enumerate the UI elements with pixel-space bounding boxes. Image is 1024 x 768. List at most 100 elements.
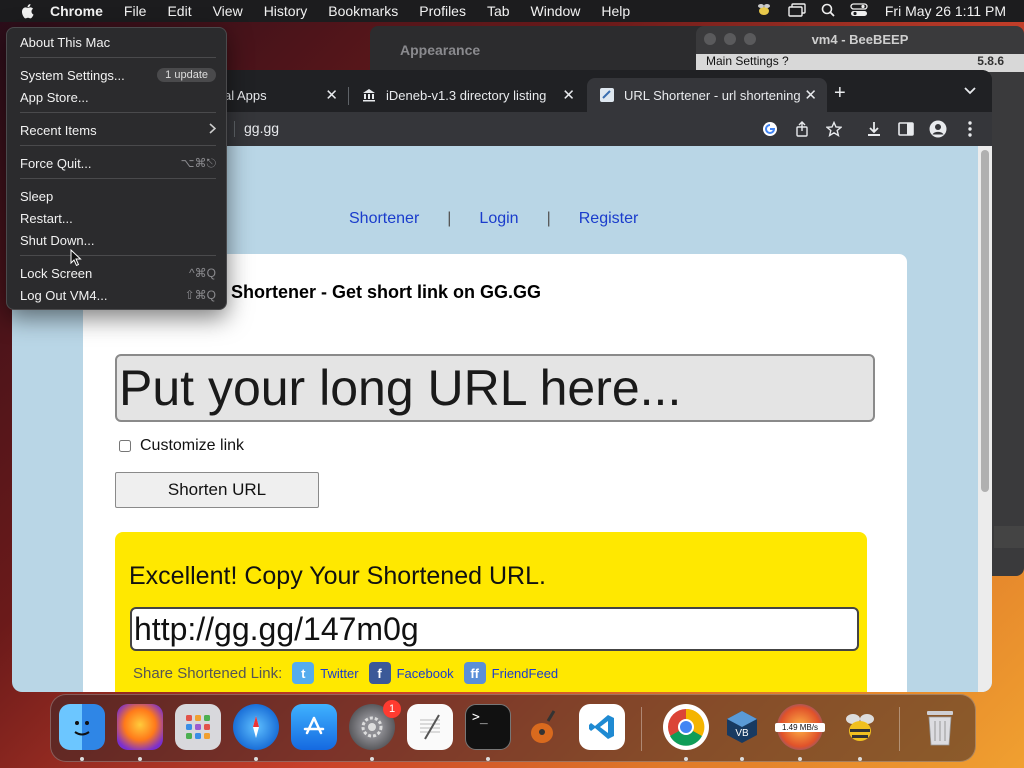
download-icon[interactable] [864,119,884,139]
textedit-icon[interactable] [407,704,453,750]
beebeep-window-title: vm4 - BeeBEEP [811,32,909,47]
menu-log-out[interactable]: Log Out VM4... ⇧⌘Q [20,285,216,305]
google-lens-icon[interactable] [760,119,780,139]
appearance-window-title: Appearance [400,42,481,58]
address-bar[interactable]: gg.gg [244,120,279,136]
safari-icon[interactable] [233,704,279,750]
lock-screen-shortcut: ^⌘Q [189,266,216,280]
customize-link-option[interactable]: Customize link [119,437,244,455]
menu-view[interactable]: View [213,3,243,19]
vscode-icon[interactable] [579,704,625,750]
appearance-window[interactable]: Appearance [370,26,710,70]
spotlight-search-icon[interactable] [821,3,835,20]
menu-shut-down[interactable]: Shut Down... [20,230,216,250]
nav-register-link[interactable]: Register [579,210,639,228]
facebook-icon: f [368,662,391,684]
menu-sleep[interactable]: Sleep [20,186,216,206]
menu-tab[interactable]: Tab [487,3,510,19]
new-tab-icon[interactable]: + [834,82,846,105]
control-center-icon[interactable] [850,2,868,20]
mouse-pointer-icon [70,248,82,267]
nav-login-link[interactable]: Login [479,210,518,228]
nav-separator: | [546,210,551,227]
shortener-card: Shortener - Get short link on GG.GG Cust… [83,254,907,692]
notification-badge: 1 [383,700,401,718]
menubar-clock[interactable]: Fri May 26 1:11 PM [885,3,1006,19]
tab-ideneb[interactable]: iDeneb-v1.3 directory listing ✕ [349,78,585,112]
short-url-field[interactable] [130,607,859,651]
bookmark-star-icon[interactable] [824,119,844,139]
beebeep-side-panel [994,526,1024,548]
beebeep-icon[interactable] [837,704,883,750]
menu-history[interactable]: History [264,3,308,19]
trash-icon[interactable] [917,704,963,750]
firefox-icon[interactable] [117,704,163,750]
menu-window[interactable]: Window [531,3,581,19]
tab-search-chevron-icon[interactable] [964,84,976,98]
site-nav: Shortener | Login | Register [349,210,638,228]
terminal-icon[interactable]: >_ [465,704,511,750]
friendfeed-icon: ff [463,662,486,684]
system-settings-icon[interactable]: 1 [349,700,401,750]
screen-mirroring-icon[interactable] [788,2,806,20]
menu-lock-screen[interactable]: Lock Screen ^⌘Q [20,263,216,283]
share-twitter-link[interactable]: t Twitter [292,662,359,684]
menu-edit[interactable]: Edit [167,3,191,19]
menu-force-quit[interactable]: Force Quit... ⌥⌘⎋ [20,153,216,173]
apple-menu: About This Mac System Settings... 1 upda… [6,27,227,310]
tab-close-icon[interactable]: ✕ [804,86,817,104]
beebeep-version: 5.8.6 [977,54,1004,68]
scrollbar-thumb[interactable] [981,150,989,492]
network-speed-label: 1.49 MB/s [775,723,825,732]
long-url-input[interactable] [115,354,875,422]
tab-close-icon[interactable]: ✕ [562,86,575,104]
menu-file[interactable]: File [124,3,147,19]
finder-icon[interactable] [59,704,105,750]
apple-logo-icon[interactable] [18,3,36,19]
kebab-menu-icon[interactable] [960,119,980,139]
beebeep-status-icon[interactable] [755,3,773,20]
menu-system-settings[interactable]: System Settings... 1 update [20,65,216,85]
nav-separator: | [447,210,452,227]
menu-bookmarks[interactable]: Bookmarks [328,3,398,19]
tab-url-shortener[interactable]: URL Shortener - url shortening ✕ [587,78,827,112]
share-label: Share Shortened Link: [133,664,283,682]
update-badge: 1 update [157,68,216,82]
profile-icon[interactable] [928,119,948,139]
menu-about-this-mac[interactable]: About This Mac [20,32,216,52]
share-friendfeed-link[interactable]: ff FriendFeed [463,662,558,684]
menu-restart[interactable]: Restart... [20,208,216,228]
menu-profiles[interactable]: Profiles [419,3,466,19]
twitter-icon: t [292,662,315,684]
customize-link-checkbox[interactable] [119,440,131,452]
virtualbox-icon[interactable]: VB [719,704,765,750]
menu-app-name[interactable]: Chrome [50,3,103,19]
network-monitor-icon[interactable]: 1.49 MB/s [775,704,825,750]
menu-recent-items[interactable]: Recent Items [20,120,217,140]
share-icon[interactable] [792,119,812,139]
app-store-icon[interactable] [291,704,337,750]
menu-bar: Chrome File Edit View History Bookmarks … [0,0,1024,22]
result-heading: Excellent! Copy Your Shortened URL. [129,562,546,590]
launchpad-icon[interactable] [175,704,221,750]
page-title: Shortener - Get short link on GG.GG [231,282,542,302]
garageband-icon[interactable] [521,704,567,750]
result-panel: Excellent! Copy Your Shortened URL. Shar… [115,532,867,692]
nav-shortener-link[interactable]: Shortener [349,210,419,228]
side-panel-icon[interactable] [896,119,916,139]
tab-close-icon[interactable]: ✕ [325,86,338,104]
svg-text:VB: VB [735,728,749,739]
share-facebook-link[interactable]: f Facebook [368,662,454,684]
customize-link-label: Customize link [140,437,245,454]
force-quit-shortcut: ⌥⌘⎋ [180,155,216,170]
tab-label: al Apps [224,87,267,103]
menu-app-store[interactable]: App Store... [20,87,216,107]
shorten-url-button[interactable]: Shorten URL [115,472,319,508]
menu-help[interactable]: Help [601,3,630,19]
tab-apps[interactable]: al Apps ✕ [212,78,348,112]
chrome-icon[interactable] [663,704,709,750]
page-scrollbar[interactable] [978,146,992,692]
share-row: Share Shortened Link: t Twitter f Facebo… [133,662,558,684]
log-out-shortcut: ⇧⌘Q [184,288,216,302]
gg-favicon-icon [599,87,615,103]
